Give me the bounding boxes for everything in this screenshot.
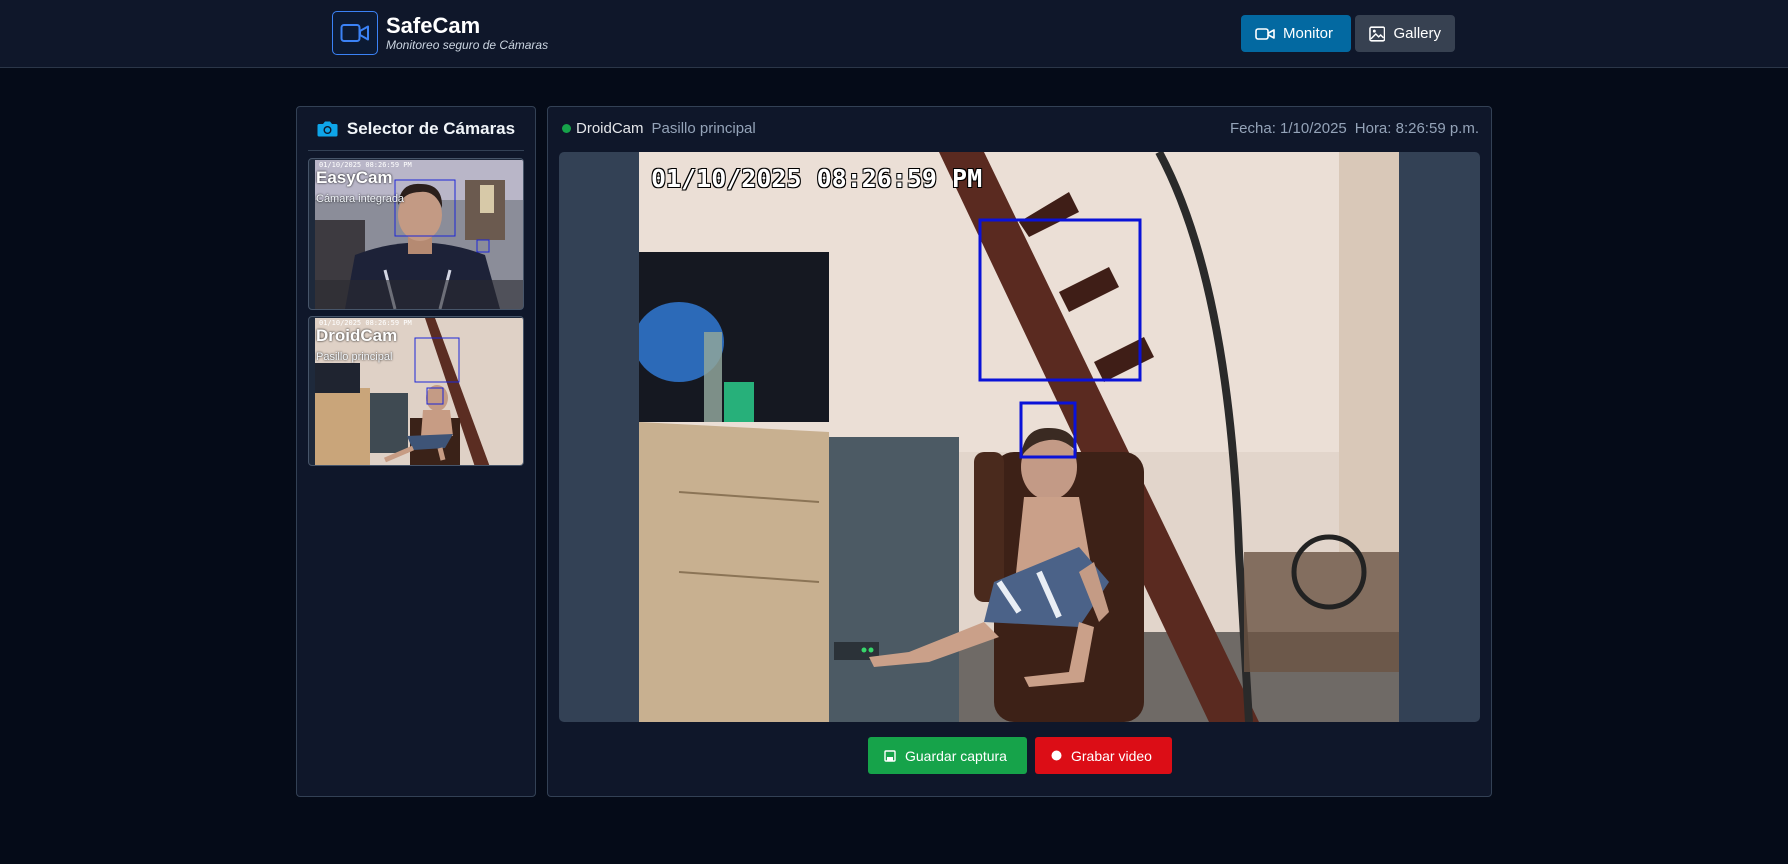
camera-icon bbox=[317, 121, 338, 137]
app-title: SafeCam bbox=[386, 13, 481, 38]
brand[interactable]: SafeCam Monitoreo seguro de Cámaras bbox=[332, 11, 548, 55]
save-capture-label: Guardar captura bbox=[905, 747, 1007, 764]
camera-location-droidcam: Pasillo principal bbox=[316, 351, 393, 363]
datetime-display: Fecha: 1/10/2025 Hora: 8:26:59 p.m. bbox=[1230, 120, 1479, 137]
top-navbar: SafeCam Monitoreo seguro de Cámaras Moni… bbox=[0, 0, 1788, 68]
record-icon bbox=[1051, 750, 1062, 761]
camera-name-droidcam: DroidCam bbox=[316, 326, 398, 345]
record-video-button[interactable]: Grabar video bbox=[1035, 737, 1172, 774]
camera-card-easycam[interactable]: 01/10/2025 08:26:59 PM EasyCam Cámara in… bbox=[308, 158, 524, 310]
nav-monitor-label: Monitor bbox=[1283, 25, 1334, 42]
camera-selector-panel: Selector de Cámaras 01/10/2025 08:26:59 … bbox=[296, 106, 536, 797]
video-overlay-timestamp: 01/10/2025 08:26:59 PM bbox=[651, 164, 983, 193]
camera-card-droidcam[interactable]: 01/10/2025 08:26:59 PM DroidCam Pasillo … bbox=[308, 316, 524, 466]
nav-gallery-button[interactable]: Gallery bbox=[1355, 15, 1455, 52]
active-camera-location: Pasillo principal bbox=[651, 120, 756, 137]
camera-name-easycam: EasyCam bbox=[316, 168, 393, 187]
time-label: Hora: 8:26:59 p.m. bbox=[1354, 120, 1479, 137]
live-video-feed[interactable] bbox=[639, 152, 1399, 722]
viewer-actions: Guardar captura Grabar video bbox=[868, 737, 1172, 774]
camera-selector-title: Selector de Cámaras bbox=[346, 118, 516, 138]
save-capture-button[interactable]: Guardar captura bbox=[868, 737, 1027, 774]
nav-gallery-label: Gallery bbox=[1393, 25, 1441, 42]
image-icon bbox=[1369, 25, 1386, 42]
video-icon bbox=[1255, 27, 1275, 40]
active-camera-info: DroidCam Pasillo principal bbox=[562, 120, 756, 137]
nav-monitor-button[interactable]: Monitor bbox=[1241, 15, 1351, 52]
main-nav: Monitor Gallery bbox=[1241, 15, 1455, 52]
date-label: Fecha: 1/10/2025 bbox=[1230, 120, 1347, 137]
app-subtitle: Monitoreo seguro de Cámaras bbox=[386, 38, 549, 52]
video-icon bbox=[332, 11, 378, 55]
video-feed-container: 01/10/2025 08:26:59 PM bbox=[559, 152, 1480, 722]
camera-selector-header: Selector de Cámaras bbox=[308, 107, 524, 151]
record-video-label: Grabar video bbox=[1071, 747, 1152, 764]
online-status-dot bbox=[562, 124, 571, 133]
active-camera-name: DroidCam bbox=[576, 120, 644, 137]
save-icon bbox=[884, 749, 896, 762]
camera-viewer-panel: DroidCam Pasillo principal Fecha: 1/10/2… bbox=[547, 106, 1492, 797]
camera-location-easycam: Cámara integrada bbox=[316, 193, 405, 205]
